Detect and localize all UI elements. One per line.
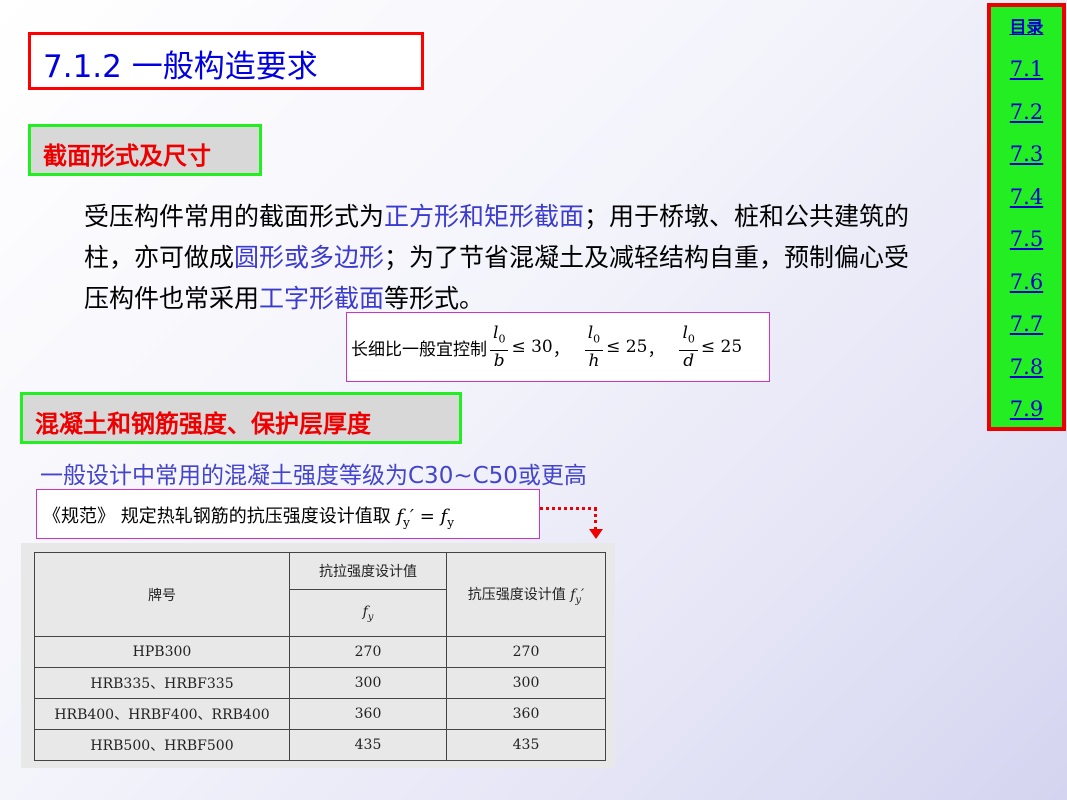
ratio-prefix: 长细比一般宜控制	[351, 339, 487, 360]
nav-item-7-5[interactable]: 7.5	[991, 218, 1062, 261]
para-seg: 受压构件常用的截面形式为	[84, 202, 385, 231]
page-title: 7.1.2 一般构造要求	[28, 32, 424, 90]
col-header-tensile-symbol: fy	[289, 589, 447, 637]
col-header-compressive: 抗压强度设计值 fy′	[446, 552, 606, 637]
ratio-fraction: l0 d	[679, 323, 698, 371]
nav-toc-link[interactable]: 目录	[991, 13, 1062, 38]
nav-item-7-1[interactable]: 7.1	[991, 48, 1062, 91]
ratio-limit: ≤ 30	[511, 337, 553, 357]
table-row: HRB400、HRBF400、RRB400 360 360	[34, 698, 606, 730]
chapter-nav: 目录 7.1 7.2 7.3 7.4 7.5 7.6 7.7 7.8 7.9	[987, 3, 1066, 431]
para-highlight: 工字形截面	[259, 284, 385, 313]
nav-item-7-9[interactable]: 7.9	[991, 388, 1062, 431]
para-highlight: 圆形或多边形	[234, 243, 385, 272]
nav-item-7-2[interactable]: 7.2	[991, 91, 1062, 134]
col-header-tensile: 抗拉强度设计值	[289, 552, 447, 590]
slenderness-ratio-formula: 长细比一般宜控制 l0 b ≤ 30， l0 h ≤ 25， l0 d ≤ 25	[346, 312, 770, 382]
col-header-grade: 牌号	[34, 552, 290, 637]
section-heading-strength: 混凝土和钢筋强度、保护层厚度	[20, 392, 462, 444]
table-row: HRB500、HRBF500 435 435	[34, 729, 606, 761]
steel-strength-table: 牌号 抗拉强度设计值 抗压强度设计值 fy′ fy HPB300 270 270 H…	[34, 552, 606, 761]
ratio-fraction: l0 b	[490, 323, 509, 371]
table-row: HRB335、HRBF335 300 300	[34, 667, 606, 699]
nav-item-7-4[interactable]: 7.4	[991, 176, 1062, 219]
nav-item-7-8[interactable]: 7.8	[991, 346, 1062, 389]
nav-item-7-7[interactable]: 7.7	[991, 303, 1062, 346]
nav-item-7-6[interactable]: 7.6	[991, 261, 1062, 304]
ratio-fraction: l0 h	[584, 323, 604, 371]
steel-strength-table-panel: 牌号 抗拉强度设计值 抗压强度设计值 fy′ fy HPB300 270 270 H…	[21, 543, 615, 768]
ratio-limit: ≤ 25	[700, 337, 743, 357]
concrete-grade-line: 一般设计中常用的混凝土强度等级为C30~C50或更高	[40, 463, 587, 489]
spec-statement: 《规范》 规定热轧钢筋的抗压强度设计值取 fy′ = fy	[36, 489, 540, 539]
cross-section-paragraph: 受压构件常用的截面形式为正方形和矩形截面；用于桥墩、桩和公共建筑的柱，亦可做成圆…	[84, 196, 924, 319]
para-seg: 等形式。	[384, 284, 485, 313]
para-highlight: 正方形和矩形截面	[384, 202, 585, 231]
ratio-limit: ≤ 25	[606, 337, 648, 357]
formula: fy′ = fy	[396, 506, 454, 530]
arrow-down-icon	[589, 529, 603, 539]
section-heading-cross-section: 截面形式及尺寸	[28, 124, 262, 176]
nav-item-7-3[interactable]: 7.3	[991, 133, 1062, 176]
table-row: HPB300 270 270	[34, 636, 606, 668]
dotted-arrow-line	[540, 507, 597, 531]
